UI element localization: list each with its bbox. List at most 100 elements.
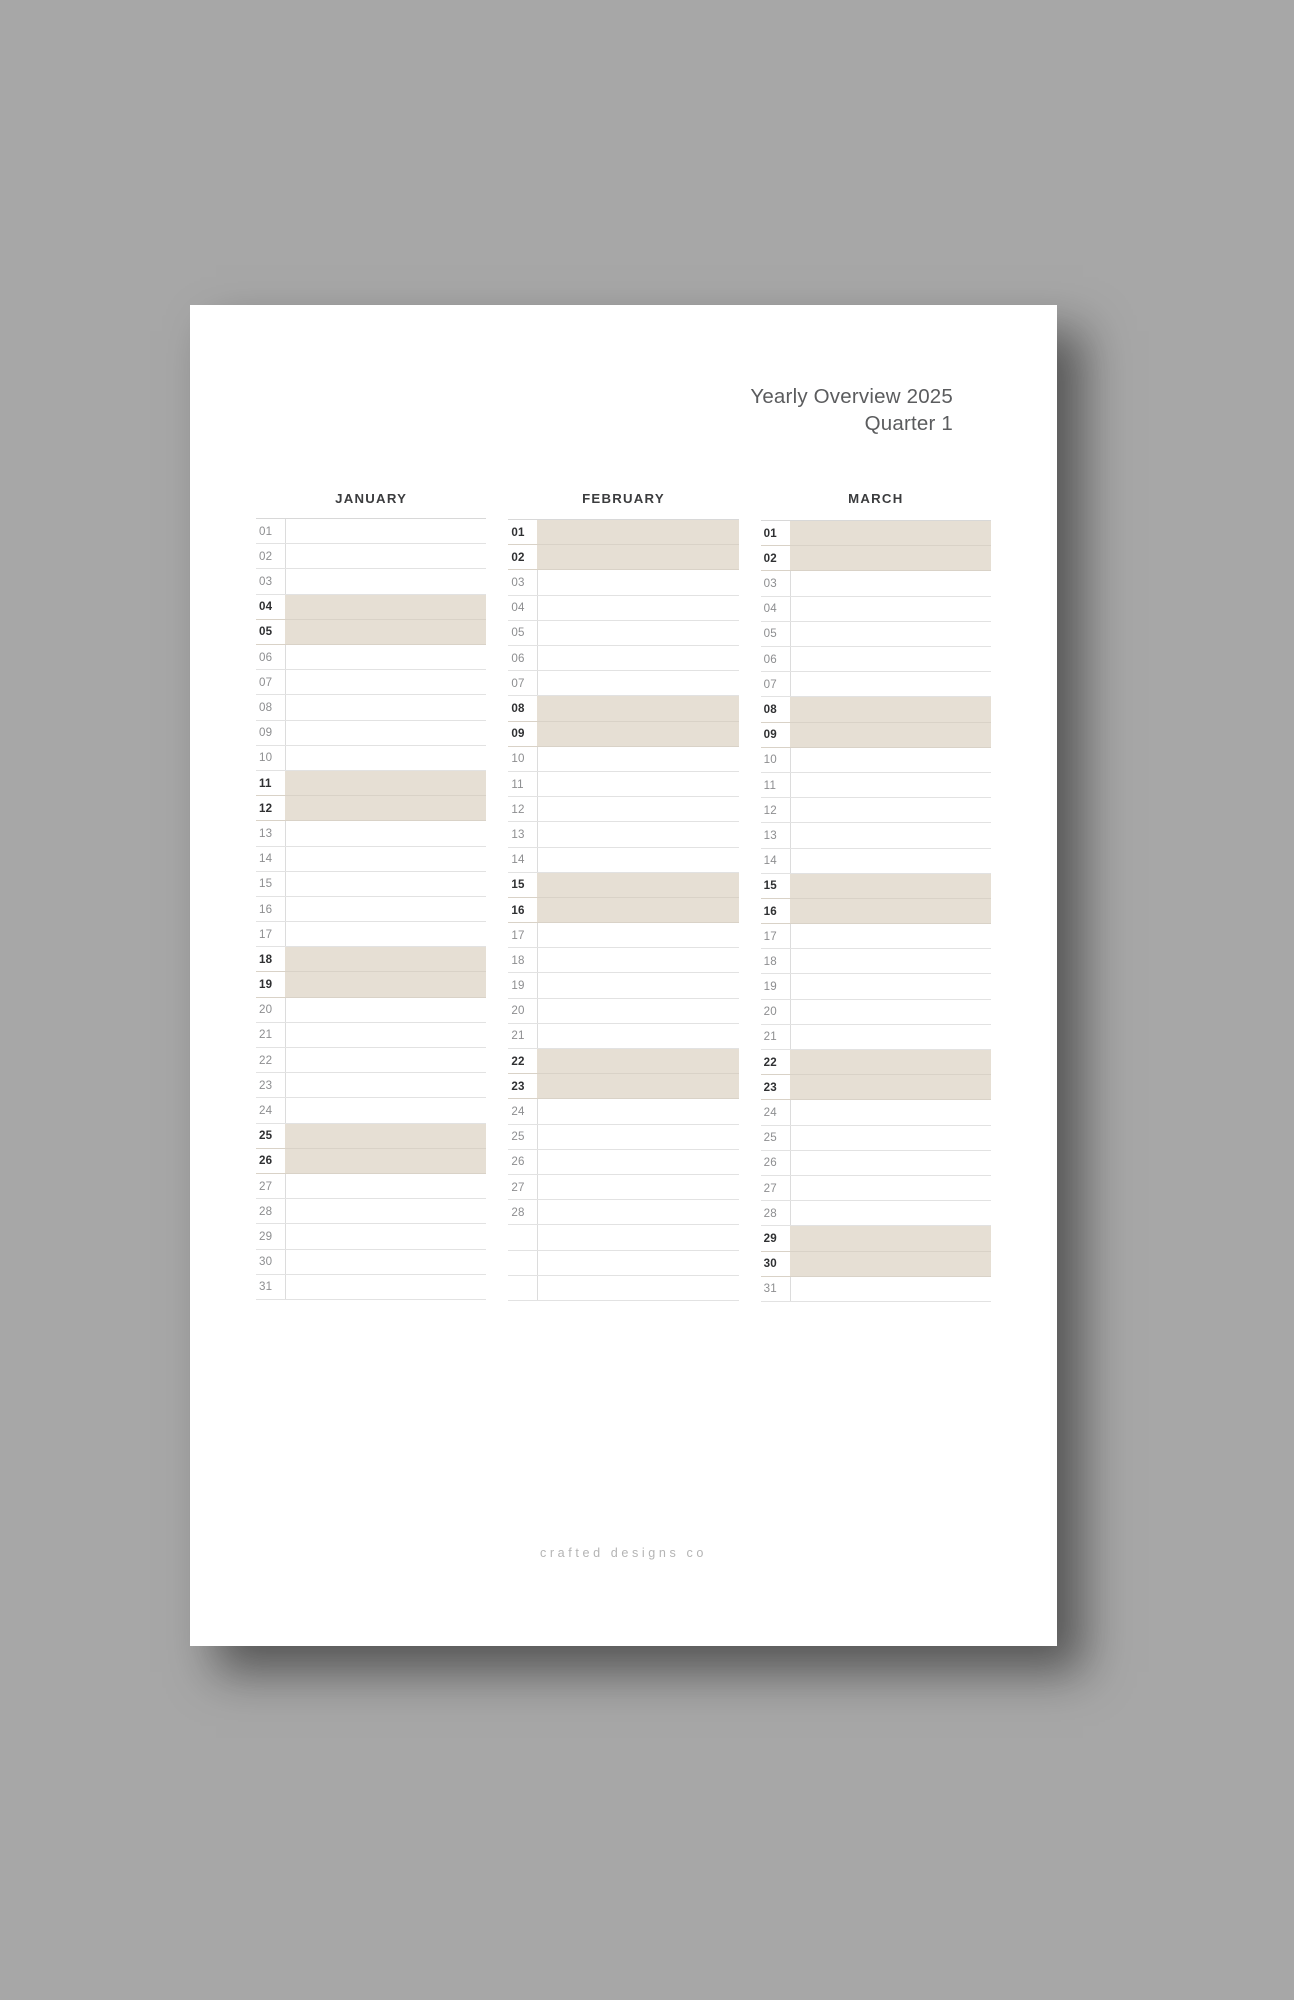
day-entry-area[interactable]	[537, 1200, 738, 1225]
day-entry-area[interactable]	[285, 871, 486, 896]
day-entry-area[interactable]	[789, 974, 991, 999]
day-entry-area[interactable]	[789, 521, 991, 546]
day-entry-area[interactable]	[789, 848, 991, 873]
day-entry-area[interactable]	[537, 771, 738, 797]
day-row[interactable]: 16	[508, 897, 739, 924]
day-entry-area[interactable]	[789, 747, 991, 772]
day-row[interactable]: 11	[760, 772, 991, 799]
day-row[interactable]	[508, 1275, 739, 1301]
day-row[interactable]: 09	[760, 722, 991, 748]
day-entry-area[interactable]	[285, 594, 487, 619]
day-row[interactable]: 22	[760, 1050, 991, 1076]
day-entry-area[interactable]	[285, 770, 487, 796]
day-entry-area[interactable]	[285, 1199, 486, 1224]
day-entry-area[interactable]	[537, 671, 738, 696]
day-row[interactable]: 02	[256, 544, 487, 570]
day-entry-area[interactable]	[789, 924, 991, 949]
day-entry-area[interactable]	[789, 1125, 991, 1150]
day-entry-area[interactable]	[537, 847, 738, 872]
day-row[interactable]: 23	[760, 1075, 991, 1101]
day-entry-area[interactable]	[537, 998, 738, 1023]
day-row[interactable]	[508, 1225, 739, 1251]
day-entry-area[interactable]	[789, 1251, 991, 1276]
day-entry-area[interactable]	[537, 1124, 738, 1149]
day-entry-area[interactable]	[537, 1049, 739, 1074]
day-row[interactable]: 14	[508, 847, 739, 873]
day-row[interactable]: 04	[508, 595, 739, 621]
day-entry-area[interactable]	[537, 570, 738, 595]
day-entry-area[interactable]	[285, 720, 486, 745]
day-entry-area[interactable]	[537, 620, 738, 646]
day-entry-area[interactable]	[537, 948, 738, 973]
day-entry-area[interactable]	[789, 1024, 991, 1050]
day-entry-area[interactable]	[537, 822, 738, 847]
day-entry-area[interactable]	[537, 1275, 738, 1300]
day-row[interactable]: 08	[508, 696, 739, 722]
day-row[interactable]: 19	[508, 973, 739, 999]
day-entry-area[interactable]	[537, 897, 739, 923]
day-row[interactable]: 25	[760, 1125, 991, 1151]
day-row[interactable]: 05	[760, 621, 991, 648]
day-entry-area[interactable]	[537, 520, 739, 545]
day-row[interactable]: 12	[760, 798, 991, 824]
day-row[interactable]: 02	[760, 546, 991, 572]
day-row[interactable]: 21	[508, 1023, 739, 1050]
day-row[interactable]: 03	[256, 569, 487, 595]
day-row[interactable]: 06	[508, 646, 739, 672]
day-row[interactable]: 13	[256, 821, 487, 847]
day-entry-area[interactable]	[285, 544, 486, 569]
day-row[interactable]: 28	[256, 1199, 487, 1225]
day-entry-area[interactable]	[789, 722, 991, 747]
day-row[interactable]: 12	[256, 796, 487, 822]
day-row[interactable]: 11	[508, 771, 739, 798]
day-entry-area[interactable]	[789, 1100, 991, 1125]
day-entry-area[interactable]	[285, 922, 486, 947]
day-entry-area[interactable]	[537, 923, 738, 948]
day-row[interactable]: 02	[508, 545, 739, 571]
day-entry-area[interactable]	[285, 569, 486, 594]
day-entry-area[interactable]	[789, 596, 991, 621]
day-entry-area[interactable]	[285, 1048, 486, 1073]
day-entry-area[interactable]	[537, 1074, 739, 1099]
day-row[interactable]: 25	[256, 1123, 487, 1149]
day-entry-area[interactable]	[285, 1022, 486, 1048]
day-row[interactable]: 14	[760, 848, 991, 874]
day-row[interactable]: 17	[508, 923, 739, 949]
day-entry-area[interactable]	[789, 621, 991, 647]
day-entry-area[interactable]	[285, 846, 486, 871]
day-entry-area[interactable]	[789, 1226, 991, 1251]
day-row[interactable]: 07	[508, 671, 739, 697]
day-entry-area[interactable]	[537, 1225, 738, 1250]
day-row[interactable]: 05	[508, 620, 739, 647]
day-row[interactable]: 29	[256, 1224, 487, 1250]
day-row[interactable]: 09	[508, 721, 739, 747]
day-row[interactable]: 24	[760, 1100, 991, 1126]
day-entry-area[interactable]	[789, 1276, 991, 1301]
day-entry-area[interactable]	[789, 1075, 991, 1100]
day-row[interactable]: 25	[508, 1124, 739, 1150]
day-entry-area[interactable]	[285, 821, 486, 846]
day-row[interactable]: 18	[760, 949, 991, 975]
day-entry-area[interactable]	[285, 1123, 487, 1148]
day-entry-area[interactable]	[537, 721, 739, 746]
day-entry-area[interactable]	[789, 798, 991, 823]
day-row[interactable]: 01	[256, 519, 487, 545]
day-row[interactable]: 24	[256, 1098, 487, 1124]
day-row[interactable]: 05	[256, 619, 487, 646]
day-row[interactable]: 07	[760, 672, 991, 698]
day-row[interactable]: 13	[508, 822, 739, 848]
day-row[interactable]: 26	[256, 1148, 487, 1174]
day-entry-area[interactable]	[537, 1250, 738, 1275]
day-entry-area[interactable]	[285, 1173, 486, 1199]
day-row[interactable]: 23	[256, 1073, 487, 1099]
day-entry-area[interactable]	[537, 1023, 738, 1049]
day-row[interactable]: 27	[256, 1173, 487, 1200]
day-row[interactable]: 15	[508, 872, 739, 898]
day-row[interactable]: 22	[508, 1049, 739, 1075]
day-row[interactable]: 03	[760, 571, 991, 597]
day-entry-area[interactable]	[789, 898, 991, 924]
day-entry-area[interactable]	[285, 645, 486, 670]
day-row[interactable]: 29	[760, 1226, 991, 1252]
day-row[interactable]: 17	[256, 922, 487, 948]
day-entry-area[interactable]	[789, 647, 991, 672]
